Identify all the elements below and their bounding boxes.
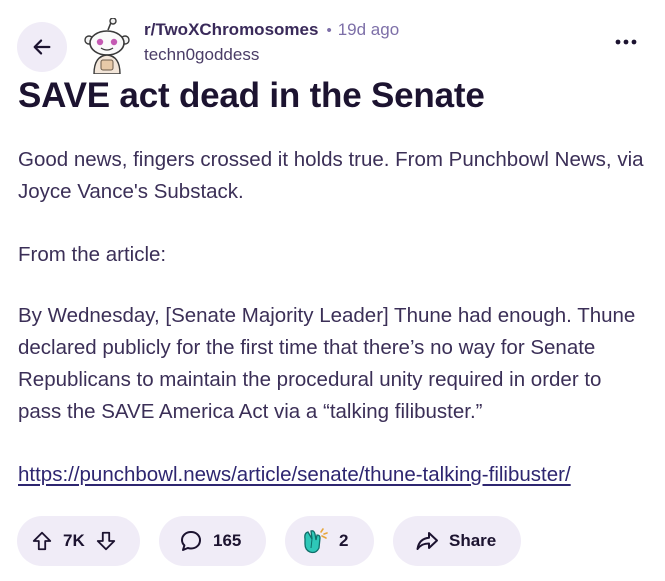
subreddit-link[interactable]: r/TwoXChromosomes — [144, 20, 318, 40]
subreddit-avatar[interactable] — [83, 17, 131, 75]
clapping-hands-icon — [299, 526, 329, 556]
body-paragraph-2: From the article: — [18, 243, 167, 266]
comments-button[interactable]: 165 — [159, 516, 266, 566]
award-button[interactable]: 2 — [285, 516, 374, 566]
arrow-up-icon[interactable] — [31, 530, 53, 552]
vote-pill: 7K — [17, 516, 140, 566]
meta-separator: • — [326, 22, 332, 39]
more-options-button[interactable] — [612, 28, 640, 56]
post-title: SAVE act dead in the Senate — [18, 76, 485, 115]
share-label: Share — [449, 531, 497, 550]
arrow-left-icon — [31, 36, 53, 58]
post-header: r/TwoXChromosomes • 19d ago techn0goddes… — [17, 14, 648, 75]
post-time: 19d ago — [337, 20, 400, 39]
share-arrow-icon — [415, 529, 439, 553]
post-meta: r/TwoXChromosomes • 19d ago — [144, 20, 399, 40]
body-paragraph-1: Good news, fingers crossed it holds true… — [18, 148, 644, 203]
article-link[interactable]: https://punchbowl.news/article/senate/th… — [18, 463, 571, 486]
arrow-down-icon[interactable] — [95, 530, 117, 552]
comment-count: 165 — [213, 531, 242, 550]
share-button[interactable]: Share — [393, 516, 521, 566]
award-count: 2 — [339, 531, 349, 550]
more-horizontal-icon — [615, 39, 637, 45]
back-button[interactable] — [17, 22, 67, 72]
body-paragraph-3: By Wednesday, [Senate Majority Leader] T… — [18, 304, 636, 423]
author-link[interactable]: techn0goddess — [144, 45, 259, 65]
vote-count: 7K — [63, 531, 85, 550]
post-page: r/TwoXChromosomes • 19d ago techn0goddes… — [0, 0, 665, 581]
post-body: Good news, fingers crossed it holds true… — [18, 144, 648, 522]
speech-bubble-icon — [179, 529, 203, 553]
